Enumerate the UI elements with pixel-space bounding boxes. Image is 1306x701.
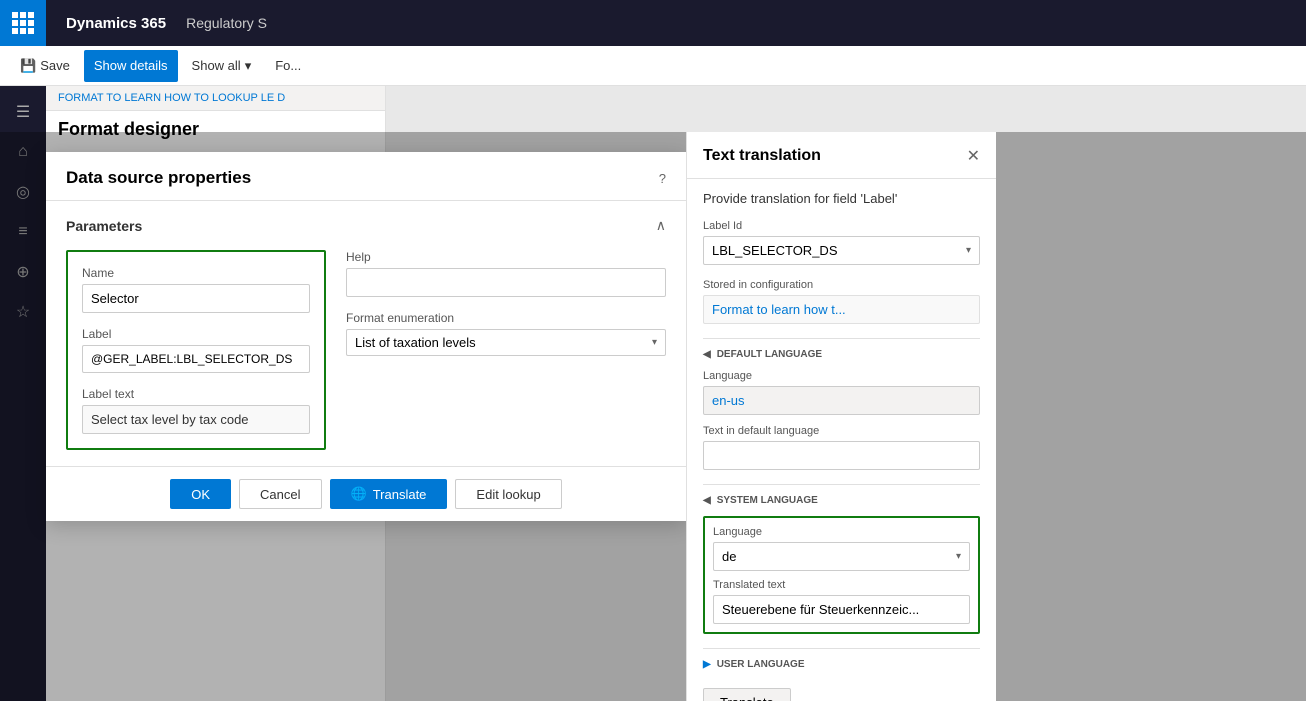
highlighted-params: Name Label Label text Select tax level b… bbox=[66, 250, 326, 450]
default-language-label: Language bbox=[703, 370, 980, 382]
help-input[interactable] bbox=[346, 268, 666, 297]
format-enum-select[interactable]: List of taxation levels ▾ bbox=[346, 329, 666, 356]
waffle-icon bbox=[12, 12, 34, 34]
system-lang-arrow-icon: ◀ bbox=[703, 495, 711, 506]
default-lang-fields: Language en-us Text in default language bbox=[703, 370, 980, 470]
ds-dialog-body: Parameters ∧ Name Label bbox=[46, 201, 686, 466]
edit-lookup-button[interactable]: Edit lookup bbox=[455, 479, 561, 509]
sidebar-item-hamburger[interactable]: ☰ bbox=[5, 94, 41, 130]
label-id-dropdown[interactable]: LBL_SELECTOR_DS ▾ bbox=[703, 236, 980, 265]
sys-language-label: Language bbox=[713, 526, 970, 538]
stored-config-label: Stored in configuration bbox=[703, 279, 980, 291]
translated-text-field-group: Translated text bbox=[713, 579, 970, 624]
tt-panel-body: Provide translation for field 'Label' La… bbox=[687, 179, 996, 701]
format-enum-value: List of taxation levels bbox=[355, 335, 648, 350]
tt-panel-header: Text translation ✕ bbox=[687, 132, 996, 179]
sys-language-value: de bbox=[722, 549, 956, 564]
params-inner: Name Label Label text Select tax level b… bbox=[66, 250, 666, 450]
label-label: Label bbox=[82, 327, 310, 341]
format-enum-field-group: Format enumeration List of taxation leve… bbox=[346, 311, 666, 356]
ds-dialog-footer: OK Cancel 🌐 Translate Edit lookup bbox=[46, 466, 686, 521]
label-id-value: LBL_SELECTOR_DS bbox=[712, 243, 966, 258]
app-subtitle: Regulatory S bbox=[186, 15, 267, 31]
text-translation-panel: Text translation ✕ Provide translation f… bbox=[686, 132, 996, 701]
user-lang-expand-icon[interactable]: ▶ bbox=[703, 659, 711, 670]
name-label: Name bbox=[82, 266, 310, 280]
help-field-group: Help bbox=[346, 250, 666, 297]
ds-dialog: Data source properties ? Parameters ∧ Na… bbox=[46, 152, 686, 521]
show-all-button[interactable]: Show all ▾ bbox=[182, 50, 262, 82]
system-lang-fields: Language de ▾ Translated text bbox=[703, 516, 980, 634]
waffle-button[interactable] bbox=[0, 0, 46, 46]
sys-language-dropdown[interactable]: de ▾ bbox=[713, 542, 970, 571]
system-lang-section: ◀ SYSTEM LANGUAGE Language de ▾ bbox=[703, 484, 980, 634]
default-lang-header: ◀ DEFAULT LANGUAGE bbox=[703, 349, 980, 360]
system-lang-highlighted: Language de ▾ Translated text bbox=[703, 516, 980, 634]
name-field-group: Name bbox=[82, 266, 310, 313]
help-icon[interactable]: ? bbox=[659, 171, 666, 186]
tt-subtitle: Provide translation for field 'Label' bbox=[703, 191, 980, 206]
format-button[interactable]: Fo... bbox=[265, 50, 311, 82]
navbar: 💾 Save Show details Show all ▾ Fo... bbox=[0, 46, 1306, 86]
default-lang-section: ◀ DEFAULT LANGUAGE Language en-us Text i… bbox=[703, 338, 980, 470]
label-text-value: Select tax level by tax code bbox=[82, 405, 310, 434]
breadcrumb: FORMAT TO LEARN HOW TO LOOKUP LE D bbox=[46, 86, 385, 111]
label-field-group: Label bbox=[82, 327, 310, 373]
tt-translate-btn-container: Translate bbox=[703, 688, 980, 701]
cancel-button[interactable]: Cancel bbox=[239, 479, 321, 509]
help-label: Help bbox=[346, 250, 666, 264]
label-id-arrow-icon: ▾ bbox=[966, 245, 971, 256]
tt-translate-button[interactable]: Translate bbox=[703, 688, 791, 701]
stored-config-value: Format to learn how t... bbox=[703, 295, 980, 324]
user-lang-section: ▶ USER LANGUAGE bbox=[703, 648, 980, 670]
tt-close-button[interactable]: ✕ bbox=[967, 146, 980, 166]
show-details-button[interactable]: Show details bbox=[84, 50, 178, 82]
label-id-field-group: Label Id LBL_SELECTOR_DS ▾ bbox=[703, 220, 980, 265]
right-params: Help Format enumeration List of taxation… bbox=[346, 250, 666, 450]
ds-dialog-header: Data source properties ? bbox=[46, 152, 686, 201]
text-default-field-group: Text in default language bbox=[703, 425, 980, 470]
text-default-input[interactable] bbox=[703, 441, 980, 470]
format-enum-arrow-icon: ▾ bbox=[652, 337, 657, 348]
name-input[interactable] bbox=[82, 284, 310, 313]
sys-lang-field-group: Language de ▾ bbox=[713, 526, 970, 571]
translated-text-label: Translated text bbox=[713, 579, 970, 591]
params-collapse-button[interactable]: ∧ bbox=[656, 217, 666, 234]
system-lang-header: ◀ SYSTEM LANGUAGE bbox=[703, 495, 980, 506]
tt-panel-title: Text translation bbox=[703, 147, 821, 165]
text-default-label: Text in default language bbox=[703, 425, 980, 437]
save-button[interactable]: 💾 Save bbox=[10, 50, 80, 82]
stored-config-field-group: Stored in configuration Format to learn … bbox=[703, 279, 980, 324]
format-enum-label: Format enumeration bbox=[346, 311, 666, 325]
translated-text-input[interactable] bbox=[713, 595, 970, 624]
ok-button[interactable]: OK bbox=[170, 479, 231, 509]
topbar: Dynamics 365 Regulatory S bbox=[0, 0, 1306, 46]
ds-dialog-title: Data source properties bbox=[66, 168, 251, 188]
translate-button[interactable]: 🌐 Translate bbox=[330, 479, 448, 509]
app-title: Dynamics 365 bbox=[46, 15, 186, 32]
label-input[interactable] bbox=[82, 345, 310, 373]
params-section-title: Parameters bbox=[66, 218, 142, 234]
label-text-field-group: Label text Select tax level by tax code bbox=[82, 387, 310, 434]
translate-icon: 🌐 bbox=[351, 486, 367, 502]
default-lang-field-group: Language en-us bbox=[703, 370, 980, 415]
default-language-value: en-us bbox=[703, 386, 980, 415]
show-all-arrow-icon: ▾ bbox=[245, 58, 252, 74]
user-lang-header: ▶ USER LANGUAGE bbox=[703, 659, 980, 670]
label-id-label: Label Id bbox=[703, 220, 980, 232]
params-section-header: Parameters ∧ bbox=[66, 217, 666, 234]
dialog-overlay: Data source properties ? Parameters ∧ Na… bbox=[0, 132, 1306, 701]
default-lang-arrow-icon: ◀ bbox=[703, 349, 711, 360]
label-text-label: Label text bbox=[82, 387, 310, 401]
sys-language-arrow-icon: ▾ bbox=[956, 551, 961, 562]
save-icon: 💾 bbox=[20, 58, 36, 74]
